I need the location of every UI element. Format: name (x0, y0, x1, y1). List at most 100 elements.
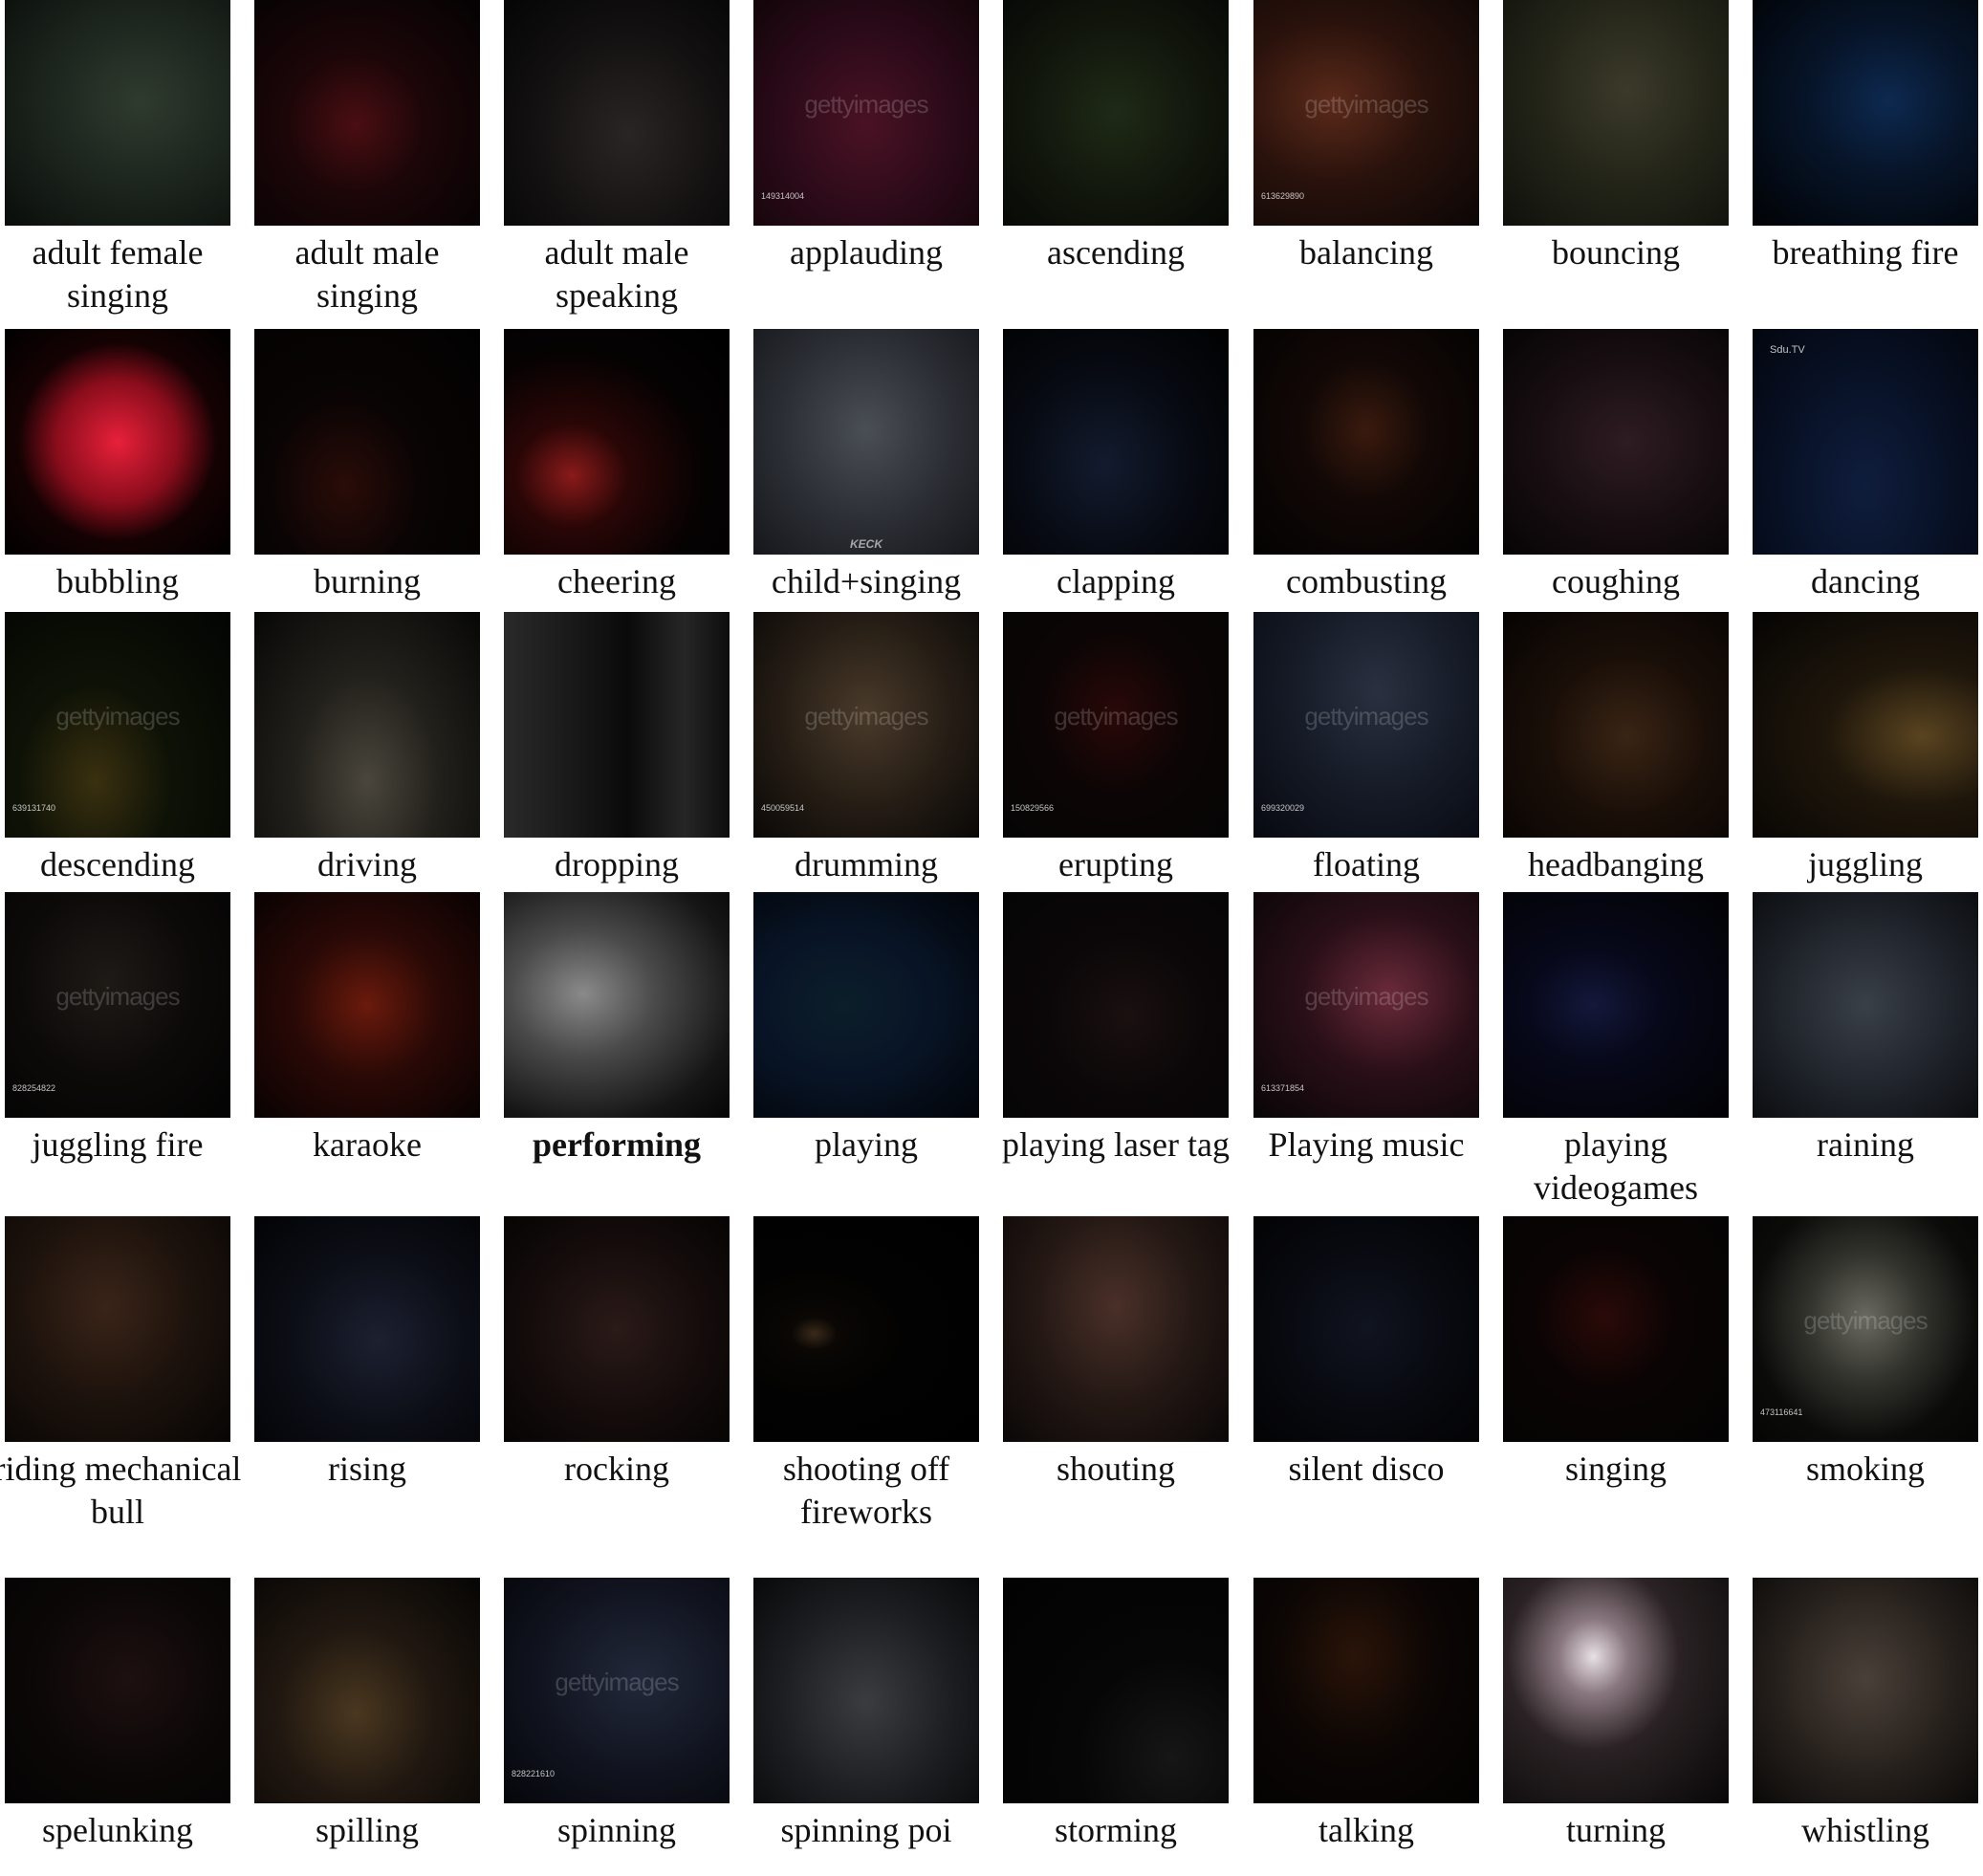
thumbnail-caption: adult male singing (294, 233, 440, 315)
video-thumbnail: gettyimages 828254822 (5, 892, 230, 1118)
thumbnail-cell: turning (1503, 1578, 1729, 1852)
thumbnail-caption: shooting off fireworks (782, 1450, 950, 1531)
thumbnail-cell: bouncing (1503, 0, 1729, 274)
stock-id-number: 699320029 (1261, 803, 1305, 813)
stock-id-number: 150829566 (1011, 803, 1055, 813)
thumbnail-cell: gettyimages 613629890 balancing (1253, 0, 1479, 274)
video-thumbnail (753, 1216, 979, 1442)
thumbnail-cell: gettyimages 828221610 spinning (504, 1578, 730, 1852)
thumbnail-cell: spilling (254, 1578, 480, 1852)
thumbnail-caption: drumming (795, 845, 938, 883)
watermark-text: gettyimages (1304, 90, 1428, 120)
video-thumbnail (1003, 329, 1229, 555)
thumbnail-caption: playing laser tag (1002, 1125, 1230, 1164)
video-thumbnail (1253, 329, 1479, 555)
thumbnail-caption: juggling fire (32, 1125, 204, 1164)
thumbnail-caption: balancing (1299, 233, 1433, 272)
stock-id-number: 473116641 (1760, 1407, 1803, 1417)
video-thumbnail (504, 892, 730, 1118)
video-thumbnail (1503, 329, 1729, 555)
video-thumbnail (1253, 1216, 1479, 1442)
thumbnail-caption: storming (1054, 1811, 1177, 1849)
thumbnail-cell: adult female singing (5, 0, 230, 317)
stock-id-number: 828221610 (512, 1769, 556, 1778)
thumbnail-caption: bouncing (1552, 233, 1680, 272)
channel-tag: Sdu.TV (1770, 344, 1805, 356)
watermark-text: gettyimages (1803, 1306, 1928, 1336)
thumbnail-cell: clapping (1003, 329, 1229, 603)
thumbnail-cell: whistling (1753, 1578, 1978, 1852)
thumbnail-caption: silent disco (1288, 1450, 1445, 1488)
watermark-text: gettyimages (555, 1668, 679, 1697)
thumbnail-caption: smoking (1805, 1450, 1925, 1488)
thumbnail-cell: gettyimages 639131740 descending (5, 612, 230, 886)
video-thumbnail: Sdu.TV (1753, 329, 1978, 555)
thumbnail-cell: playing (753, 892, 979, 1167)
thumbnail-caption: cheering (557, 562, 676, 600)
thumbnail-cell: gettyimages 473116641 smoking (1753, 1216, 1978, 1491)
thumbnail-caption: dropping (555, 845, 679, 883)
thumbnail-cell: breathing fire (1753, 0, 1978, 274)
video-thumbnail (254, 1578, 480, 1803)
video-thumbnail (254, 612, 480, 838)
thumbnail-caption: applauding (790, 233, 943, 272)
video-thumbnail (1003, 1578, 1229, 1803)
video-thumbnail (254, 892, 480, 1118)
thumbnail-caption: talking (1318, 1811, 1414, 1849)
thumbnail-cell: spelunking (5, 1578, 230, 1852)
thumbnail-cell: gettyimages 828254822 juggling fire (5, 892, 230, 1167)
thumbnail-caption: clapping (1057, 562, 1175, 600)
video-thumbnail (1503, 0, 1729, 226)
watermark-text: gettyimages (55, 702, 180, 731)
thumbnail-cell: playing videogames (1503, 892, 1729, 1210)
video-thumbnail (5, 0, 230, 226)
thumbnail-cell: gettyimages 699320029 floating (1253, 612, 1479, 886)
thumbnail-caption: bubbling (55, 562, 179, 600)
video-thumbnail: gettyimages 473116641 (1753, 1216, 1978, 1442)
video-thumbnail (504, 612, 730, 838)
thumbnail-cell: Sdu.TV dancing (1753, 329, 1978, 603)
thumbnail-cell: silent disco (1253, 1216, 1479, 1491)
thumbnail-caption: rising (327, 1450, 406, 1488)
thumbnail-cell: rocking (504, 1216, 730, 1491)
thumbnail-caption: turning (1566, 1811, 1666, 1849)
thumbnail-cell: playing laser tag (1002, 892, 1230, 1167)
thumbnail-cell: gettyimages 149314004 applauding (753, 0, 979, 274)
video-thumbnail (254, 329, 480, 555)
thumbnail-cell: shouting (1003, 1216, 1229, 1491)
thumbnail-cell: gettyimages 450059514 drumming (753, 612, 979, 886)
thumbnail-caption: spilling (315, 1811, 420, 1849)
thumbnail-caption: juggling (1807, 845, 1923, 883)
video-thumbnail (1003, 892, 1229, 1118)
thumbnail-caption: Playing music (1268, 1125, 1465, 1164)
video-thumbnail (254, 0, 480, 226)
thumbnail-cell: adult male speaking (504, 0, 730, 317)
thumbnail-caption: spinning poi (780, 1811, 952, 1849)
thumbnail-caption: riding mechanical bull (0, 1450, 242, 1531)
video-thumbnail (504, 1216, 730, 1442)
watermark-text: gettyimages (1304, 982, 1428, 1012)
thumbnail-cell: gettyimages 613371854 Playing music (1253, 892, 1479, 1167)
thumbnail-cell: driving (254, 612, 480, 886)
video-thumbnail (1003, 1216, 1229, 1442)
video-thumbnail (753, 892, 979, 1118)
thumbnail-caption: child+singing (771, 562, 962, 600)
thumbnail-cell: storming (1003, 1578, 1229, 1852)
thumbnail-cell: headbanging (1503, 612, 1729, 886)
thumbnail-cell: burning (254, 329, 480, 603)
thumbnail-cell: cheering (504, 329, 730, 603)
thumbnail-grid: adult female singing adult male singing ad… (0, 0, 1983, 1876)
thumbnail-cell: riding mechanical bull (0, 1216, 241, 1534)
thumbnail-caption: descending (40, 845, 195, 883)
thumbnail-caption: adult female singing (32, 233, 204, 315)
watermark-text: gettyimages (1304, 702, 1428, 731)
thumbnail-cell: spinning poi (753, 1578, 979, 1852)
thumbnail-caption: driving (317, 845, 417, 883)
thumbnail-cell: combusting (1253, 329, 1479, 603)
thumbnail-caption: breathing fire (1772, 233, 1959, 272)
thumbnail-caption: headbanging (1528, 845, 1704, 883)
video-thumbnail: gettyimages 828221610 (504, 1578, 730, 1803)
thumbnail-caption: playing videogames (1534, 1125, 1698, 1207)
video-thumbnail: gettyimages 613371854 (1253, 892, 1479, 1118)
video-thumbnail (1753, 612, 1978, 838)
